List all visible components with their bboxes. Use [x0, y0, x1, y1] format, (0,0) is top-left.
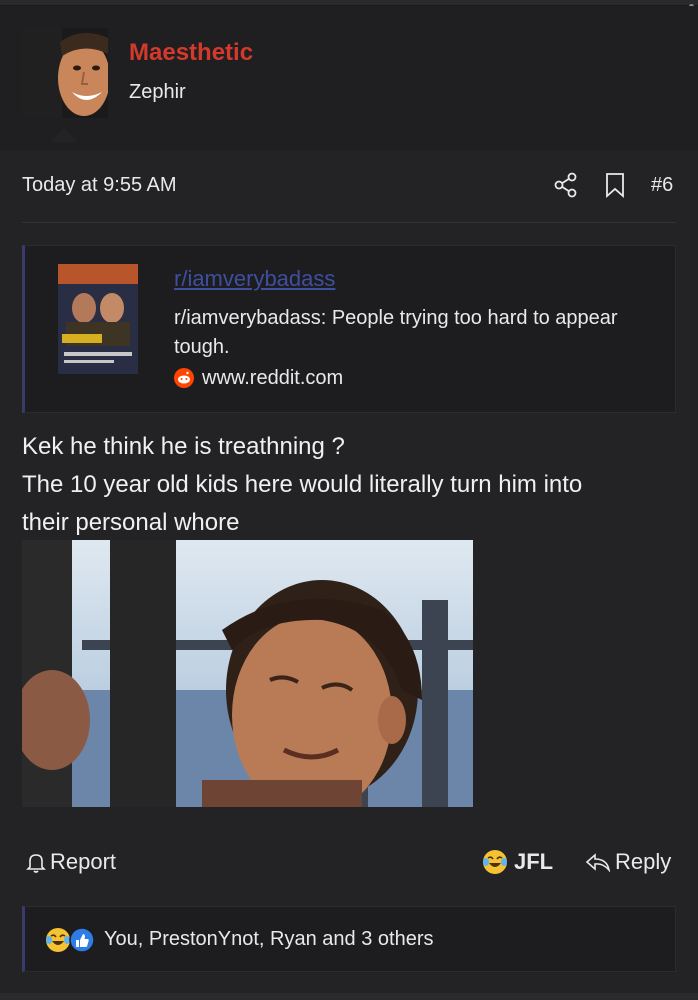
post-body-line: their personal whore — [22, 509, 240, 536]
author-arrow — [50, 128, 78, 142]
reaction-label: JFL — [514, 849, 554, 874]
bell-icon — [26, 854, 46, 873]
post-timestamp[interactable]: Today at 9:55 AM — [22, 174, 177, 197]
embed-domain: www.reddit.com — [202, 367, 344, 389]
post-body: Kek he think he is treathning ? The 10 y… — [22, 428, 682, 542]
laughing-crying-emoji-icon — [46, 928, 70, 952]
post: Today at 9:55 AM #6 r/iamverybadass r/ia… — [0, 150, 698, 1000]
post-body-line: The 10 year old kids here would literall… — [22, 471, 583, 498]
username[interactable]: Maesthetic — [129, 39, 253, 67]
react-button[interactable]: JFL — [482, 849, 553, 875]
avatar[interactable] — [22, 28, 108, 118]
reply-arrow-icon — [585, 853, 611, 872]
reply-button[interactable]: Reply — [585, 849, 671, 875]
embed-thumbnail[interactable] — [58, 264, 138, 374]
bottom-edge — [0, 993, 698, 1000]
embed-title-link[interactable]: r/iamverybadass — [174, 266, 335, 292]
divider — [22, 222, 676, 223]
post-number[interactable]: #6 — [651, 174, 673, 197]
user-title: Zephir — [129, 81, 186, 103]
report-label: Report — [50, 849, 117, 874]
bookmark-icon[interactable] — [604, 172, 626, 198]
embed-description: r/iamverybadass: People trying too hard … — [174, 307, 618, 358]
reddit-icon — [174, 368, 194, 388]
link-embed[interactable]: r/iamverybadass r/iamverybadass: People … — [22, 245, 676, 413]
post-body-line: Kek he think he is treathning ? — [22, 433, 345, 460]
share-icon[interactable] — [553, 172, 579, 198]
thumbs-up-icon — [69, 927, 95, 953]
reply-label: Reply — [615, 849, 672, 874]
report-button[interactable]: Report — [26, 849, 116, 875]
post-gif-image[interactable] — [22, 540, 473, 807]
post-actions: Report JFL Reply — [0, 845, 698, 879]
top-edge — [0, 0, 698, 5]
reactions-summary[interactable]: You, PrestonYnot, Ryan and 3 others — [22, 906, 676, 972]
laughing-crying-emoji-icon — [483, 850, 507, 874]
reaction-icons — [45, 927, 97, 953]
post-author-block: Maesthetic Zephir — [0, 6, 698, 150]
reaction-users-text[interactable]: You, PrestonYnot, Ryan and 3 others — [104, 928, 433, 951]
